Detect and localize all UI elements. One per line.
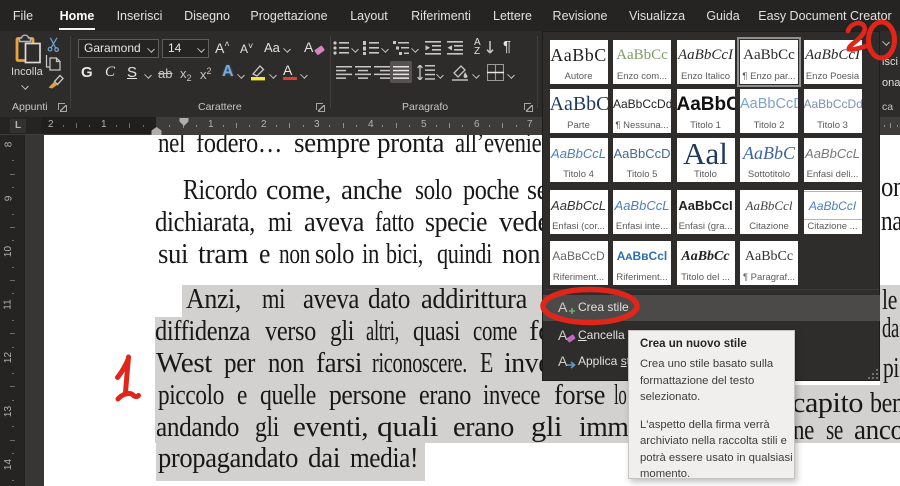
svg-text:A: A <box>558 299 568 315</box>
svg-text:A: A <box>558 353 568 369</box>
svg-text:A: A <box>558 327 568 343</box>
